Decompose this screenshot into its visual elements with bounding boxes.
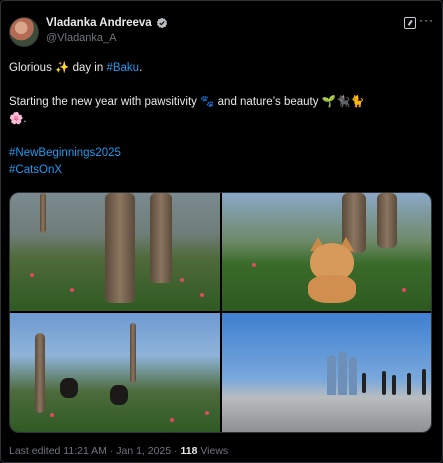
text-segment: and nature’s beauty xyxy=(217,96,319,108)
grok-icon[interactable] xyxy=(404,17,416,29)
photo-3[interactable] xyxy=(10,313,220,432)
text-line-3: 🌸. xyxy=(9,111,432,128)
views-count: 118 xyxy=(180,445,198,457)
hashtag-line-2: #CatsOnX xyxy=(9,162,432,179)
hashtag-link-catsonx[interactable]: #CatsOnX xyxy=(9,164,62,176)
paw-emoji: 🐾 xyxy=(200,96,215,108)
hashtag-link-newbeginnings[interactable]: #NewBeginnings2025 xyxy=(9,147,121,159)
text-segment: . xyxy=(139,62,143,74)
post-time[interactable]: 11:21 AM xyxy=(63,445,107,457)
photo-4[interactable] xyxy=(222,313,431,432)
tweet-text: Glorious ✨ day in #Baku. Starting the ne… xyxy=(9,60,432,179)
separator: · xyxy=(174,445,178,457)
tweet-card[interactable]: Vladanka Andreeva @Vladanka_A ··· Glorio… xyxy=(0,0,443,463)
text-segment: day in xyxy=(72,62,104,74)
name-row: Vladanka Andreeva xyxy=(46,17,168,29)
handle[interactable]: @Vladanka_A xyxy=(46,32,117,44)
photo-2[interactable] xyxy=(222,193,431,311)
separator: · xyxy=(109,445,114,457)
hashtag-link-baku[interactable]: #Baku xyxy=(106,62,139,74)
verified-badge-icon xyxy=(156,17,167,29)
photo-1[interactable] xyxy=(10,193,220,311)
views-label: Views xyxy=(200,445,229,457)
edited-label[interactable]: Last edited xyxy=(9,445,60,457)
text-line-1: Glorious ✨ day in #Baku. xyxy=(9,60,432,77)
sparkles-emoji: ✨ xyxy=(55,62,70,74)
hashtag-line-1: #NewBeginnings2025 xyxy=(9,145,432,162)
text-segment: . xyxy=(23,113,27,125)
avatar[interactable] xyxy=(9,17,39,47)
post-date[interactable]: Jan 1, 2025 xyxy=(116,445,171,457)
nature-cat-emoji: 🌱🐈‍⬛🐈 xyxy=(321,96,365,108)
blossom-emoji: 🌸 xyxy=(9,113,24,125)
text-segment: Glorious xyxy=(9,62,52,74)
display-name[interactable]: Vladanka Andreeva xyxy=(46,17,152,29)
tweet-meta: Last edited 11:21 AM · Jan 1, 2025 · 118… xyxy=(9,445,228,457)
orange-cat xyxy=(302,237,362,303)
tweet-header: Vladanka Andreeva @Vladanka_A ··· xyxy=(9,13,434,53)
more-icon[interactable]: ··· xyxy=(419,13,434,27)
text-segment: Starting the new year with pawsitivity xyxy=(9,96,197,108)
text-line-2: Starting the new year with pawsitivity 🐾… xyxy=(9,94,432,111)
media-grid xyxy=(9,192,432,433)
